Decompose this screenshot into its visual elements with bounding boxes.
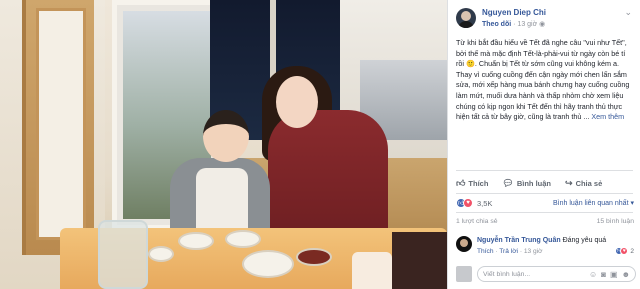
photo-bowl <box>178 232 214 250</box>
thumbs-up-icon: 👍︎ <box>456 177 466 188</box>
comment-like-link[interactable]: Thích <box>477 248 494 255</box>
share-label: Chia sẻ <box>575 178 603 188</box>
comment-sort-dropdown[interactable]: Bình luận liên quan nhất ▾ <box>553 199 634 207</box>
reaction-count: 3,5K <box>477 198 493 208</box>
divider <box>456 170 633 171</box>
comment-time[interactable]: 13 giờ <box>524 248 543 255</box>
comment-icon: 💬︎ <box>502 177 514 188</box>
post-side-panel: Nguyen Diep Chi Theo dõi · 13 giờ ◉ ⌄ Từ… <box>447 0 640 289</box>
post-text: Từ khi bắt đầu hiểu về Tết đã nghe câu "… <box>456 38 634 123</box>
photo-woman <box>268 110 388 238</box>
post-time[interactable]: 13 giờ <box>517 21 537 28</box>
gif-icon[interactable]: ▣ <box>610 270 618 279</box>
love-reaction-icon: ♥ <box>463 198 473 208</box>
divider <box>456 193 633 194</box>
comment-placeholder: Viết bình luận... <box>483 270 531 278</box>
sticker-icon[interactable]: ☻ <box>622 270 630 279</box>
author-name[interactable]: Nguyen Diep Chi <box>482 8 546 17</box>
post-body: Từ khi bắt đầu hiểu về Tết đã nghe câu "… <box>456 38 630 122</box>
like-label: Thích <box>468 178 489 188</box>
divider <box>456 212 633 213</box>
comment-count[interactable]: 15 bình luận <box>597 218 634 225</box>
commenter-name[interactable]: Nguyễn Trần Trung Quân <box>477 237 561 244</box>
post-header: Nguyen Diep Chi Theo dõi · 13 giờ ◉ <box>456 6 546 30</box>
photo-woman-face <box>276 76 318 128</box>
photo-bowl <box>296 248 332 266</box>
separator: · <box>513 21 516 28</box>
follow-link[interactable]: Theo dõi <box>482 21 511 28</box>
photo-door <box>22 0 94 255</box>
share-button[interactable]: ↪ Chia sẻ <box>565 178 602 189</box>
love-reaction-icon: ♥ <box>620 247 629 255</box>
share-icon: ↪ <box>565 177 573 188</box>
comment-text: Đáng yêu quá <box>562 237 607 244</box>
photo-bowl <box>148 246 174 262</box>
camera-icon[interactable]: ◙ <box>601 270 606 279</box>
comment-label: Bình luận <box>516 178 552 188</box>
post-actions: 👍︎ Thích 💬︎ Bình luận ↪ Chia sẻ <box>456 176 634 190</box>
like-button[interactable]: 👍︎ Thích <box>456 178 488 189</box>
share-count[interactable]: 1 lượt chia sẻ <box>456 218 498 225</box>
comment-reply-link[interactable]: Trả lời <box>499 248 518 255</box>
photo-cake <box>352 252 392 289</box>
comment-sort-label: Bình luận liên quan nhất <box>553 200 629 207</box>
photo-bowl <box>225 230 261 248</box>
comment-reaction-count: 2 <box>630 247 634 255</box>
comment-item: Nguyễn Trần Trung Quân Đáng yêu quá Thíc… <box>456 236 636 256</box>
reaction-summary[interactable]: 👍︎ ♥ 3,5K Bình luận liên quan nhất ▾ <box>456 197 634 209</box>
post-stats: 1 lượt chia sẻ 15 bình luận <box>456 218 634 225</box>
see-more-link[interactable]: Xem thêm <box>591 112 624 121</box>
chevron-down-icon[interactable]: ⌄ <box>624 7 632 18</box>
comment-button[interactable]: 💬︎ Bình luận <box>502 178 551 189</box>
globe-icon: ◉ <box>539 21 546 28</box>
commenter-avatar[interactable] <box>456 236 472 252</box>
comment-composer: Viết bình luận... ☺ ◙ ▣ ☻ <box>456 265 636 283</box>
photo-box <box>392 232 447 289</box>
comment-reactions[interactable]: 👍︎ ♥ 2 <box>615 247 634 255</box>
post-photo[interactable] <box>0 0 447 289</box>
photo-bowl <box>242 250 294 278</box>
photo-child-head <box>203 110 249 162</box>
viewer-avatar <box>456 266 472 282</box>
chevron-down-icon: ▾ <box>630 200 634 207</box>
author-avatar[interactable] <box>456 8 476 28</box>
comment-input[interactable]: Viết bình luận... ☺ ◙ ▣ ☻ <box>477 266 636 282</box>
emoji-icon[interactable]: ☺ <box>589 270 597 279</box>
photo-glass-jar <box>98 220 148 289</box>
